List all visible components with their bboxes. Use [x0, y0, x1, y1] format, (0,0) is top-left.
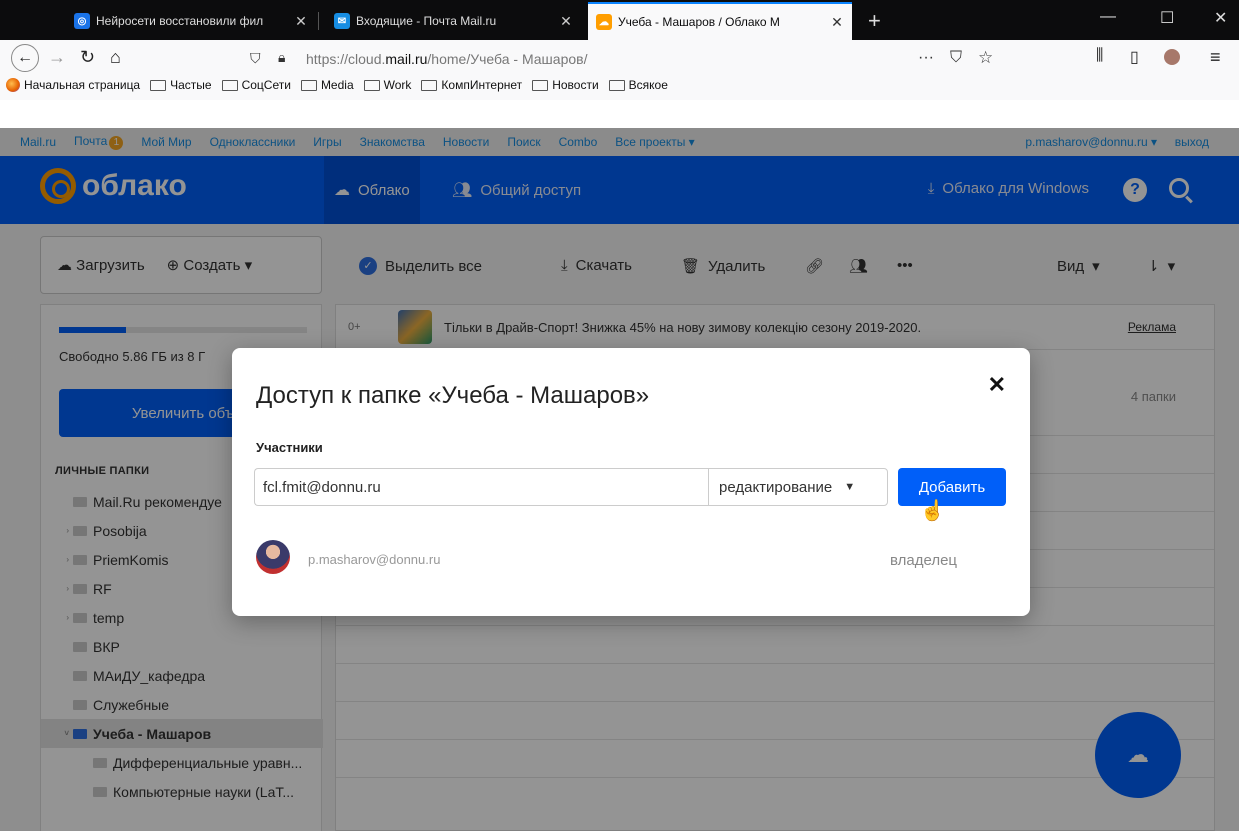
folder-icon — [300, 79, 317, 91]
navigation-bar: ← → ↻ ⌂ ⛉ 🔒︎ https://cloud.mail.ru/home/… — [0, 40, 1239, 100]
bookmark-folder[interactable]: Новости — [532, 78, 599, 92]
reload-icon[interactable]: ↻ — [80, 47, 95, 68]
share-folder-dialog: Доступ к папке «Учеба - Машаров» ✕ Участ… — [232, 348, 1030, 616]
close-tab-icon[interactable]: ✕ — [294, 13, 308, 30]
minimize-icon[interactable]: — — [1100, 8, 1116, 26]
browser-tab-3-active[interactable]: ☁ Учеба - Машаров / Облако М ✕ — [588, 2, 852, 40]
menu-icon[interactable]: ≡ — [1210, 47, 1221, 68]
cloud-favicon-icon: ☁ — [596, 14, 612, 30]
owner-role: владелец — [890, 552, 958, 569]
folder-icon — [150, 79, 167, 91]
browser-tab-1[interactable]: ◎ Нейросети восстановили фил ✕ — [66, 6, 316, 36]
url-bar[interactable]: ⛉ 🔒︎ https://cloud.mail.ru/home/Учеба - … — [238, 46, 1012, 72]
new-tab-icon[interactable]: + — [868, 8, 881, 34]
forward-icon[interactable]: → — [48, 47, 66, 68]
bookmark-folder[interactable]: КомпИнтернет — [421, 78, 522, 92]
back-icon[interactable]: ← — [11, 44, 39, 72]
bookmark-folder[interactable]: СоцСети — [221, 78, 291, 92]
avatar — [256, 540, 290, 574]
close-tab-icon[interactable]: ✕ — [830, 14, 844, 31]
bookmarks-bar: Начальная страница Частые СоцСети Media … — [0, 74, 1239, 96]
home-icon[interactable]: ⌂ — [110, 47, 121, 68]
bookmark-star-icon[interactable]: ☆ — [978, 48, 993, 68]
close-window-icon[interactable]: ✕ — [1214, 8, 1227, 28]
bookmark-home[interactable]: Начальная страница — [6, 78, 140, 92]
bookmark-folder[interactable]: Media — [300, 78, 354, 92]
participants-label: Участники — [256, 440, 323, 455]
folder-icon — [221, 79, 238, 91]
mail-favicon-icon: ✉ — [334, 13, 350, 29]
url-text[interactable]: https://cloud.mail.ru/home/Учеба - Машар… — [306, 51, 587, 67]
browser-tab-strip: ◎ Нейросети восстановили фил ✕ ✉ Входящи… — [0, 0, 1239, 40]
folder-icon — [421, 79, 438, 91]
browser-tab-2[interactable]: ✉ Входящие - Почта Mail.ru ✕ — [326, 6, 581, 36]
hand-cursor-icon: ☝ — [920, 500, 945, 522]
tracking-shield-icon[interactable]: ⛉ — [250, 50, 261, 67]
bookmark-folder[interactable]: Всякое — [608, 78, 668, 92]
tab-favicon-icon: ◎ — [74, 13, 90, 29]
pocket-icon[interactable]: ⛉ — [950, 49, 962, 67]
close-icon[interactable]: ✕ — [988, 372, 1006, 398]
chevron-down-icon: ▼ — [844, 481, 856, 493]
owner-email: p.masharov@donnu.ru — [308, 552, 441, 567]
library-icon[interactable]: ⫼ — [1096, 47, 1103, 65]
folder-icon — [608, 79, 625, 91]
account-avatar-icon[interactable] — [1164, 49, 1180, 65]
page-actions-icon[interactable]: ··· — [918, 49, 934, 67]
dialog-title: Доступ к папке «Учеба - Машаров» — [256, 382, 650, 409]
firefox-icon — [6, 78, 20, 92]
maximize-icon[interactable]: ☐ — [1160, 8, 1174, 28]
permission-select[interactable]: редактирование ▼ — [708, 468, 888, 506]
close-tab-icon[interactable]: ✕ — [559, 13, 573, 30]
sidebar-icon[interactable]: ▯ — [1130, 47, 1139, 67]
bookmark-folder[interactable]: Частые — [150, 78, 212, 92]
participant-email-input[interactable]: fcl.fmit@donnu.ru — [254, 468, 730, 506]
bookmark-folder[interactable]: Work — [363, 78, 411, 92]
folder-icon — [532, 79, 549, 91]
add-participant-button[interactable]: Добавить — [898, 468, 1006, 506]
lock-icon[interactable]: 🔒︎ — [278, 49, 285, 66]
folder-icon — [363, 79, 380, 91]
